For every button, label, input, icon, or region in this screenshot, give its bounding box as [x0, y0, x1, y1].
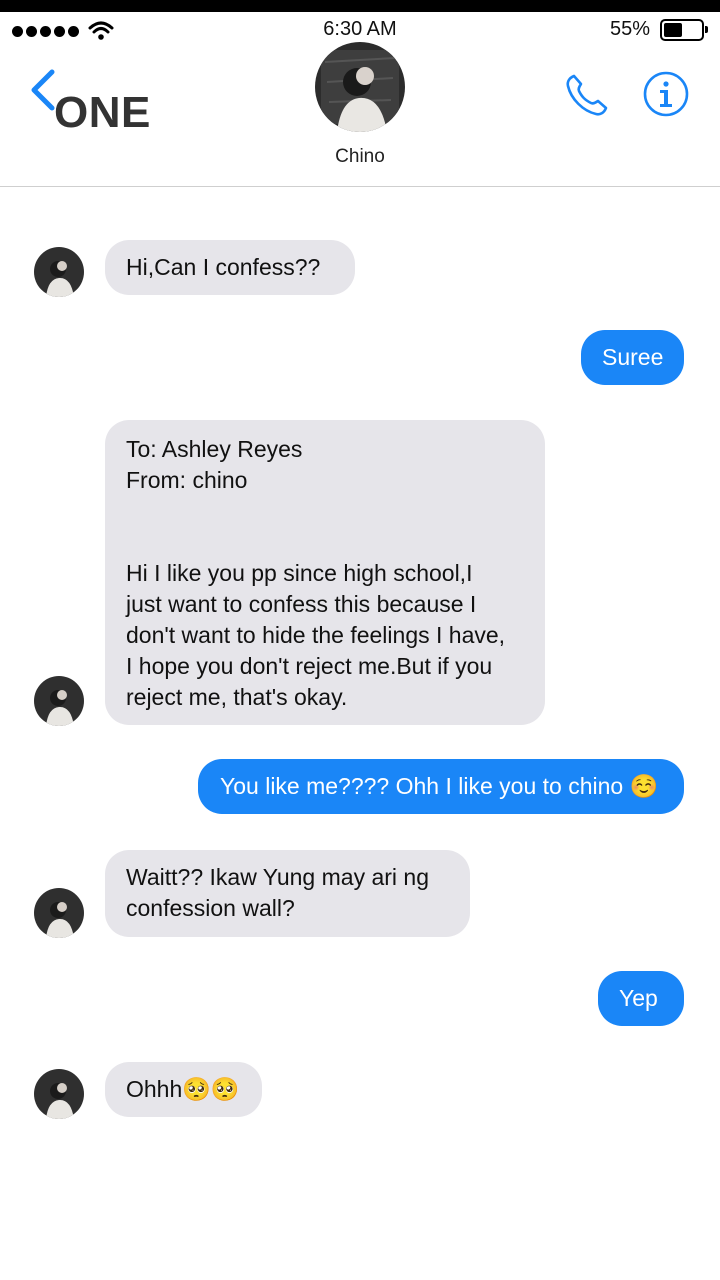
sender-avatar[interactable]	[34, 888, 84, 938]
incoming-message-bubble: Hi,Can I confess??	[105, 240, 355, 295]
battery-percent: 55%	[609, 18, 650, 40]
top-black-bar	[0, 0, 720, 12]
outgoing-message-bubble: You like me???? Ohh I like you to chino …	[198, 759, 684, 814]
conversation-header: ONE Chino	[0, 42, 720, 187]
sender-avatar[interactable]	[34, 676, 84, 726]
status-bar: 6:30 AM 55%	[0, 12, 720, 46]
battery-icon	[660, 19, 708, 41]
phone-call-icon[interactable]	[562, 70, 612, 120]
sender-avatar[interactable]	[34, 1069, 84, 1119]
outgoing-message-bubble: Suree	[581, 330, 684, 385]
contact-name[interactable]: Chino	[0, 146, 720, 168]
sender-avatar[interactable]	[34, 247, 84, 297]
incoming-message-bubble: To: Ashley Reyes From: chino Hi I like y…	[105, 420, 545, 725]
contact-avatar[interactable]	[315, 42, 405, 132]
outgoing-message-bubble: Yep	[598, 971, 684, 1026]
incoming-message-bubble: Waitt?? Ikaw Yung may ari ng confession …	[105, 850, 470, 937]
info-icon[interactable]	[642, 70, 690, 118]
battery-fill	[664, 23, 682, 37]
incoming-message-bubble: Ohhh🥺🥺	[105, 1062, 262, 1117]
back-button-label[interactable]: ONE	[54, 88, 151, 138]
